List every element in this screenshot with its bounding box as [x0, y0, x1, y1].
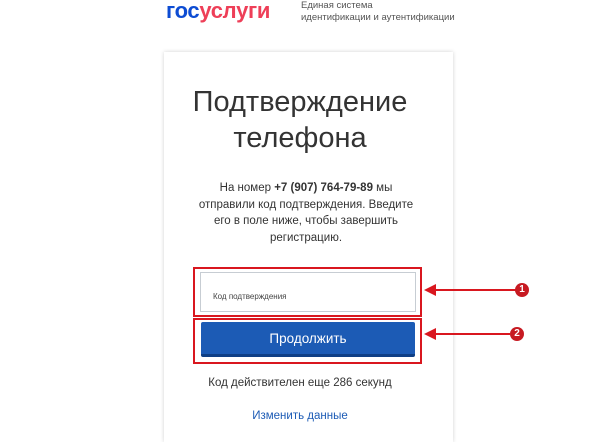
- logo-part-gos: гос: [166, 0, 200, 23]
- gosuslugi-logo[interactable]: госуслуги: [166, 0, 270, 24]
- tagline-line-2: идентификации и аутентификации: [301, 12, 455, 23]
- page-title: Подтверждение телефона: [0, 84, 600, 156]
- description-prefix: На номер: [219, 182, 275, 194]
- change-data-link[interactable]: Изменить данные: [0, 410, 600, 422]
- page-title-line-2: телефона: [233, 122, 367, 154]
- arrow-left-icon: [424, 284, 516, 296]
- annotation-marker-1: 1: [515, 283, 529, 297]
- confirmation-description: На номер +7 (907) 764-79-89 мы отправили…: [196, 180, 416, 246]
- continue-button[interactable]: Продолжить: [201, 322, 415, 357]
- arrow-left-icon: [424, 328, 510, 340]
- page-title-line-1: Подтверждение: [192, 86, 408, 118]
- tagline-line-1: Единая система: [301, 0, 373, 11]
- logo-part-uslugi: услуги: [199, 0, 271, 23]
- code-timer: Код действителен еще 286 секунд: [208, 377, 392, 389]
- annotation-marker-2: 2: [510, 327, 524, 341]
- confirmation-code-input[interactable]: [200, 272, 416, 312]
- phone-number: +7 (907) 764-79-89: [274, 182, 373, 194]
- logo-tagline: Единая система идентификации и аутентифи…: [301, 0, 455, 24]
